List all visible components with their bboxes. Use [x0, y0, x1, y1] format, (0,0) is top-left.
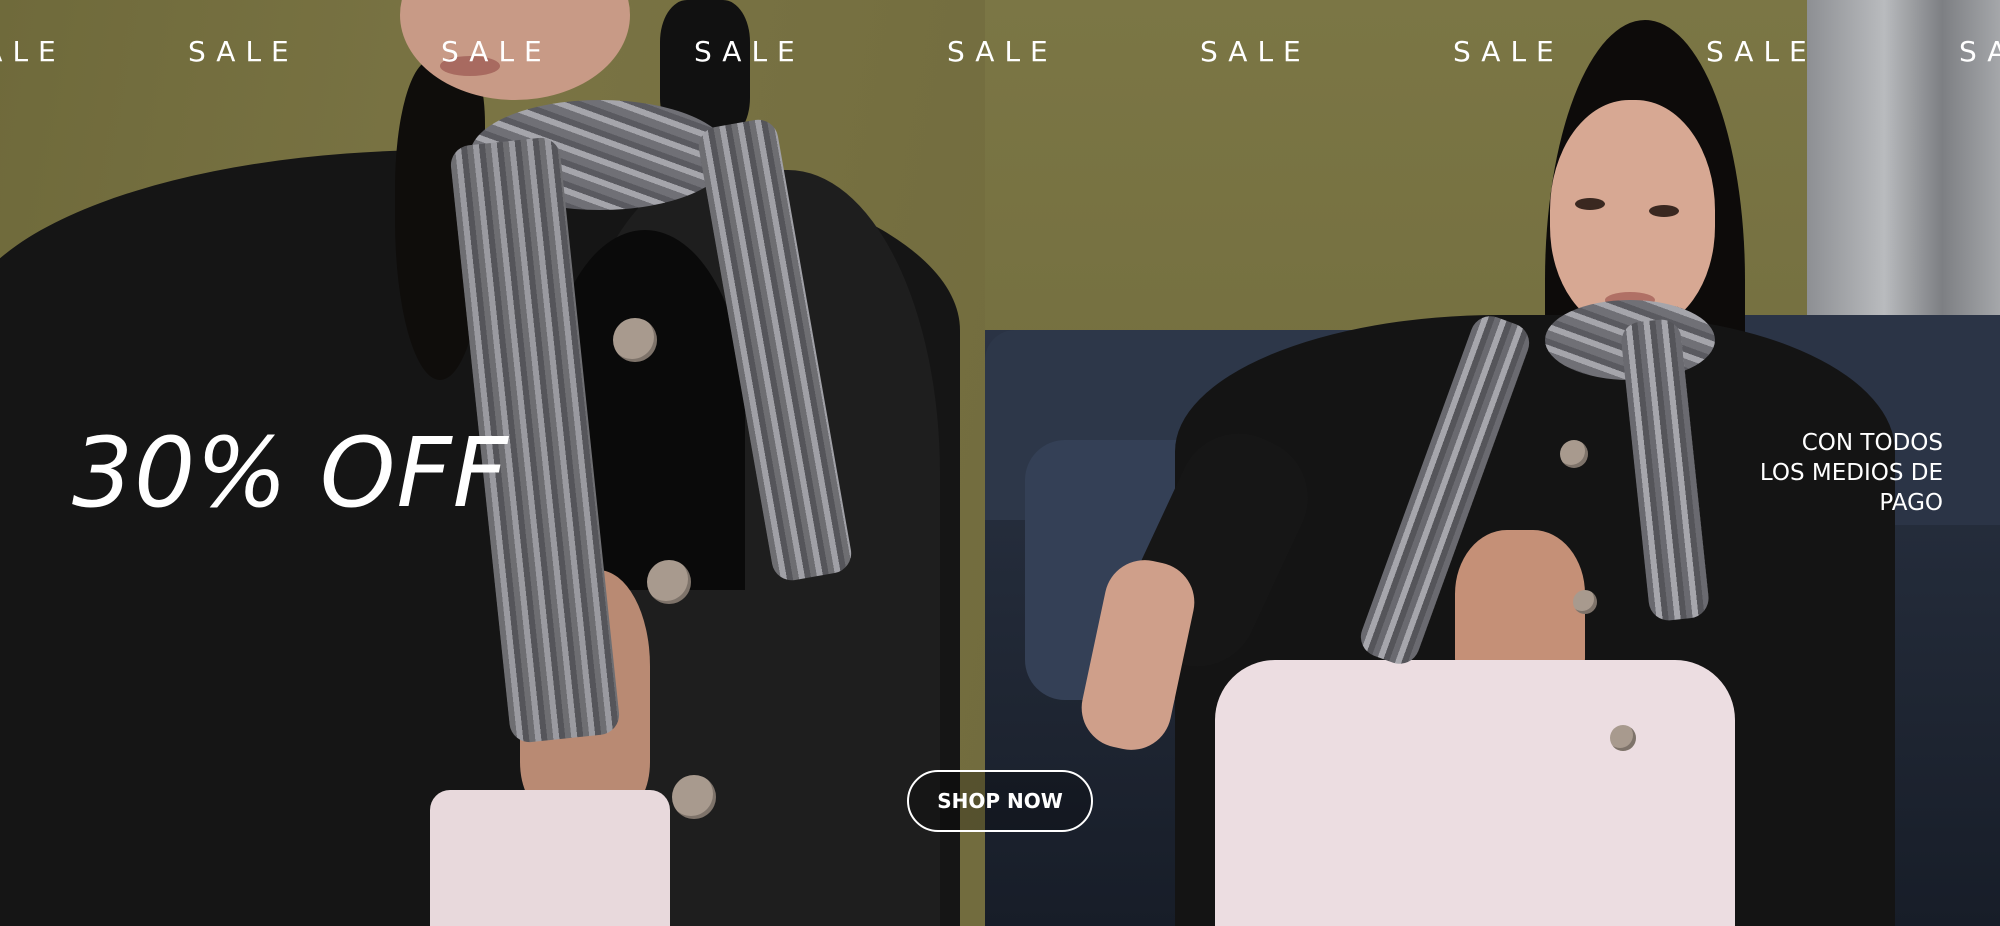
sale-hero-banner[interactable]: SALE SALE SALE SALE SALE SALE SALE SALE … — [0, 0, 2000, 926]
marquee-text: SALE — [1453, 35, 1564, 68]
discount-headline: 30% OFF — [72, 417, 509, 529]
marquee-text: SALE — [1200, 35, 1311, 68]
marquee-text: SALE — [0, 35, 66, 68]
payment-note-line: CON TODOS — [1801, 430, 1943, 456]
shop-now-button[interactable]: SHOP NOW — [907, 770, 1093, 832]
marquee-text: SALE — [1706, 35, 1817, 68]
payment-note-line: LOS MEDIOS DE — [1759, 460, 1943, 486]
marquee-text: SALE — [694, 35, 805, 68]
marquee-text: SALE — [188, 35, 299, 68]
marquee-text: SALE — [947, 35, 1058, 68]
payment-methods-note: CON TODOS LOS MEDIOS DE PAGO — [1643, 428, 1943, 518]
sale-marquee: SALE SALE SALE SALE SALE SALE SALE SALE … — [0, 32, 2000, 72]
payment-note-line: PAGO — [1879, 490, 1943, 516]
marquee-text: SALE — [1959, 35, 2000, 68]
marquee-text: SALE — [441, 35, 552, 68]
